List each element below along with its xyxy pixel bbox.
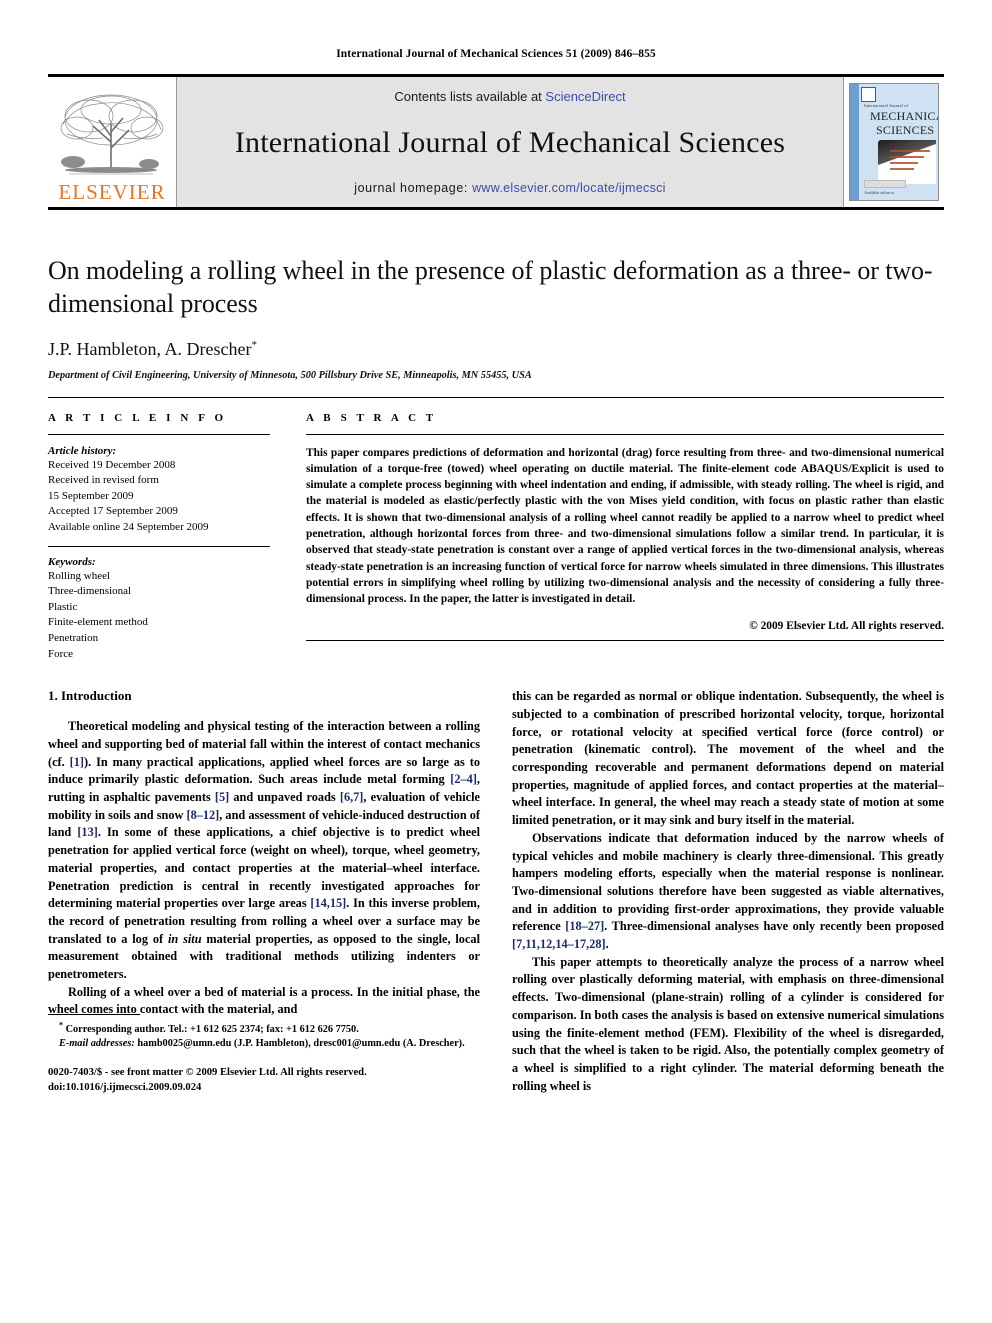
citation-link[interactable]: [7,11,12,14–17,28]	[512, 937, 606, 951]
article-history-block: Article history: Received 19 December 20…	[48, 445, 270, 547]
article-info-rule	[48, 433, 270, 435]
journal-masthead: ELSEVIER Contents lists available at Sci…	[48, 74, 944, 210]
paragraph: Observations indicate that deformation i…	[512, 830, 944, 952]
keyword-item: Finite-element method	[48, 616, 148, 629]
journal-homepage-link[interactable]: www.elsevier.com/locate/ijmecsci	[472, 181, 666, 195]
cover-kicker: International Journal of	[864, 103, 909, 108]
footnote-corresponding-text: Corresponding author. Tel.: +1 612 625 2…	[65, 1023, 359, 1035]
body-column-right: this can be regarded as normal or obliqu…	[512, 688, 944, 1095]
footnote-corresponding: * Corresponding author. Tel.: +1 612 625…	[48, 1020, 480, 1038]
article-info-abstract-row: A R T I C L E I N F O Article history: R…	[48, 398, 944, 663]
section-heading-introduction: 1. Introduction	[48, 688, 480, 704]
body-column-left: 1. Introduction Theoretical modeling and…	[48, 688, 480, 1095]
running-head: International Journal of Mechanical Scie…	[336, 48, 656, 60]
elsevier-logo: ELSEVIER	[48, 77, 176, 207]
cover-contents-lines	[890, 150, 930, 174]
abstract-text: This paper compares predictions of defor…	[306, 446, 944, 606]
keywords-label: Keywords:	[48, 555, 96, 568]
history-item: 15 September 2009	[48, 489, 134, 502]
abstract-bottom-rule	[306, 639, 944, 641]
journal-article-page: International Journal of Mechanical Scie…	[0, 0, 992, 1323]
history-item: Received in revised form	[48, 474, 159, 487]
author-names: J.P. Hambleton, A. Drescher	[48, 338, 252, 359]
keywords-list: Rolling wheel Three-dimensional Plastic …	[48, 569, 270, 663]
keyword-item: Three-dimensional	[48, 585, 132, 598]
title-block: On modeling a rolling wheel in the prese…	[48, 210, 944, 381]
citation-link[interactable]: [1]	[70, 755, 84, 769]
footnote-email-text: hamb0025@umn.edu (J.P. Hambleton), dresc…	[134, 1038, 465, 1050]
homepage-prefix: journal homepage:	[354, 181, 473, 195]
abstract-heading: A B S T R A C T	[306, 411, 437, 424]
cover-footer-text: Available online at	[864, 190, 895, 195]
citation-link[interactable]: [2–4]	[450, 772, 477, 786]
affiliation: Department of Civil Engineering, Univers…	[48, 369, 532, 381]
journal-homepage-line: journal homepage: www.elsevier.com/locat…	[354, 181, 666, 195]
journal-title: International Journal of Mechanical Scie…	[234, 125, 786, 159]
article-history-list: Received 19 December 2008 Received in re…	[48, 458, 270, 536]
keyword-item: Rolling wheel	[48, 569, 111, 582]
article-history-label: Article history:	[48, 444, 117, 457]
section-number: 1.	[48, 688, 58, 704]
paragraph: this can be regarded as normal or obliqu…	[512, 689, 944, 828]
elsevier-tree-icon	[53, 90, 171, 182]
citation-link[interactable]: [8–12]	[186, 808, 219, 822]
footnote-email-label: E-mail addresses:	[59, 1038, 135, 1050]
cover-elsevier-icon	[861, 87, 876, 102]
author-list: J.P. Hambleton, A. Drescher*	[48, 339, 944, 360]
section-title: Introduction	[61, 688, 132, 704]
abstract-column: A B S T R A C T This paper compares pred…	[306, 412, 944, 663]
article-info-column: A R T I C L E I N F O Article history: R…	[48, 412, 270, 663]
citation-link[interactable]: [18–27]	[565, 919, 604, 933]
cover-left-bar	[850, 84, 859, 200]
cover-title-line2: SCIENCES	[876, 123, 935, 137]
keyword-item: Force	[48, 647, 74, 660]
elsevier-wordmark: ELSEVIER	[58, 180, 166, 204]
issn-block: 0020-7403/$ - see front matter © 2009 El…	[48, 1051, 480, 1095]
contents-prefix: Contents lists available at	[394, 89, 546, 104]
history-item: Accepted 17 September 2009	[48, 505, 178, 518]
abstract-rule	[306, 433, 944, 435]
citation-link[interactable]: [14,15]	[310, 896, 346, 910]
contents-list-line: Contents lists available at ScienceDirec…	[394, 89, 625, 104]
body-columns: 1. Introduction Theoretical modeling and…	[48, 662, 944, 1095]
paragraph: Theoretical modeling and physical testin…	[48, 719, 481, 982]
sciencedirect-band: Contents lists available at ScienceDirec…	[176, 77, 844, 207]
citation-link[interactable]: [5]	[215, 790, 229, 804]
article-info-heading: A R T I C L E I N F O	[48, 411, 227, 424]
footnote-rule	[48, 1013, 140, 1015]
footnote-emails: E-mail addresses: hamb0025@umn.edu (J.P.…	[48, 1037, 480, 1051]
doi-line: doi:10.1016/j.ijmecsci.2009.09.024	[48, 1082, 202, 1094]
footnote-star-icon: *	[59, 1020, 63, 1030]
keyword-item: Plastic	[48, 600, 78, 613]
keywords-block: Keywords: Rolling wheel Three-dimensiona…	[48, 547, 270, 663]
citation-link[interactable]: [6,7]	[340, 790, 364, 804]
cover-title-line1: MECHANICAL	[870, 109, 938, 123]
history-item: Received 19 December 2008	[48, 458, 176, 471]
cover-sciencedirect-badge	[864, 180, 906, 188]
abstract-copyright: © 2009 Elsevier Ltd. All rights reserved…	[749, 619, 944, 632]
sciencedirect-link[interactable]: ScienceDirect	[545, 89, 625, 104]
page-title: On modeling a rolling wheel in the prese…	[48, 256, 933, 319]
citation-link[interactable]: [13]	[77, 825, 98, 839]
journal-cover-image: International Journal of MECHANICAL SCIE…	[849, 83, 939, 201]
emphasis-text: in situ	[167, 931, 202, 946]
history-item: Available online 24 September 2009	[48, 520, 209, 533]
paragraph: This paper attempts to theoretically ana…	[512, 954, 944, 1093]
footnote-area: * Corresponding author. Tel.: +1 612 625…	[48, 1013, 480, 1096]
corresponding-author-marker: *	[251, 338, 257, 351]
issn-line: 0020-7403/$ - see front matter © 2009 El…	[48, 1067, 367, 1079]
journal-cover-thumbnail: International Journal of MECHANICAL SCIE…	[844, 77, 944, 207]
keyword-item: Penetration	[48, 632, 99, 645]
